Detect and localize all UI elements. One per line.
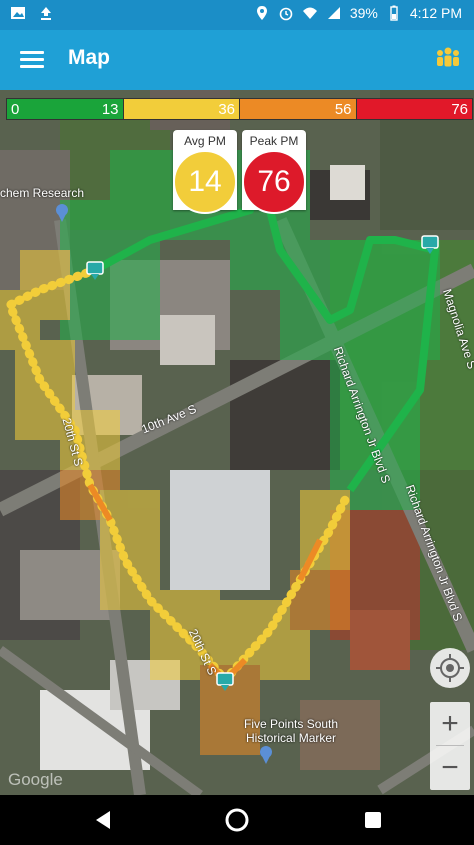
avg-pm-label: Avg PM: [184, 134, 226, 148]
location-icon: [256, 6, 267, 20]
legend-orange: 56: [239, 98, 357, 120]
legend-value: 13: [101, 101, 119, 118]
pm-legend: 0 13 36 56 76: [6, 98, 473, 120]
legend-value: 56: [334, 101, 352, 118]
map-view[interactable]: 0 13 36 56 76 Avg PM 14 Peak PM 76 chem …: [0, 90, 474, 795]
people-icon[interactable]: [432, 44, 464, 74]
upload-icon: [41, 7, 51, 20]
legend-value: 76: [451, 101, 468, 118]
avg-pm-value: 14: [173, 150, 237, 214]
peak-pm-value: 76: [242, 150, 306, 214]
peak-pm-card: Peak PM 76: [242, 130, 306, 214]
battery-percent: 39%: [349, 5, 378, 21]
my-location-button[interactable]: [430, 648, 470, 688]
page-title: Map: [68, 46, 110, 69]
peak-pm-label: Peak PM: [249, 134, 299, 148]
alarm-icon: [279, 7, 293, 21]
legend-red: 76: [355, 98, 473, 120]
battery-icon: [390, 5, 398, 21]
legend-start-value: 0: [11, 101, 20, 118]
avg-pm-card: Avg PM 14: [173, 130, 237, 214]
legend-yellow: 36: [122, 98, 240, 120]
zoom-in-button[interactable]: +: [430, 702, 470, 745]
recents-icon[interactable]: [358, 805, 388, 835]
poi-label: Five Points South Historical Marker: [244, 717, 339, 745]
menu-icon[interactable]: [20, 48, 44, 72]
legend-green: 0 13: [6, 98, 124, 120]
signal-icon: [327, 7, 340, 19]
back-icon[interactable]: [88, 805, 118, 835]
app-bar: Map: [0, 30, 474, 90]
legend-value: 36: [218, 101, 235, 118]
navigation-bar: [0, 795, 474, 845]
status-bar: 39% 4:12 PM: [0, 0, 474, 30]
wifi-icon: [302, 7, 317, 19]
home-icon[interactable]: [222, 805, 252, 835]
zoom-controls: + −: [430, 702, 470, 790]
image-icon: [11, 7, 25, 19]
zoom-out-button[interactable]: −: [430, 746, 470, 789]
google-logo: Google: [8, 770, 63, 789]
clock: 4:12 PM: [409, 5, 462, 21]
my-location-icon: [436, 654, 464, 682]
poi-label: chem Research: [0, 186, 85, 200]
